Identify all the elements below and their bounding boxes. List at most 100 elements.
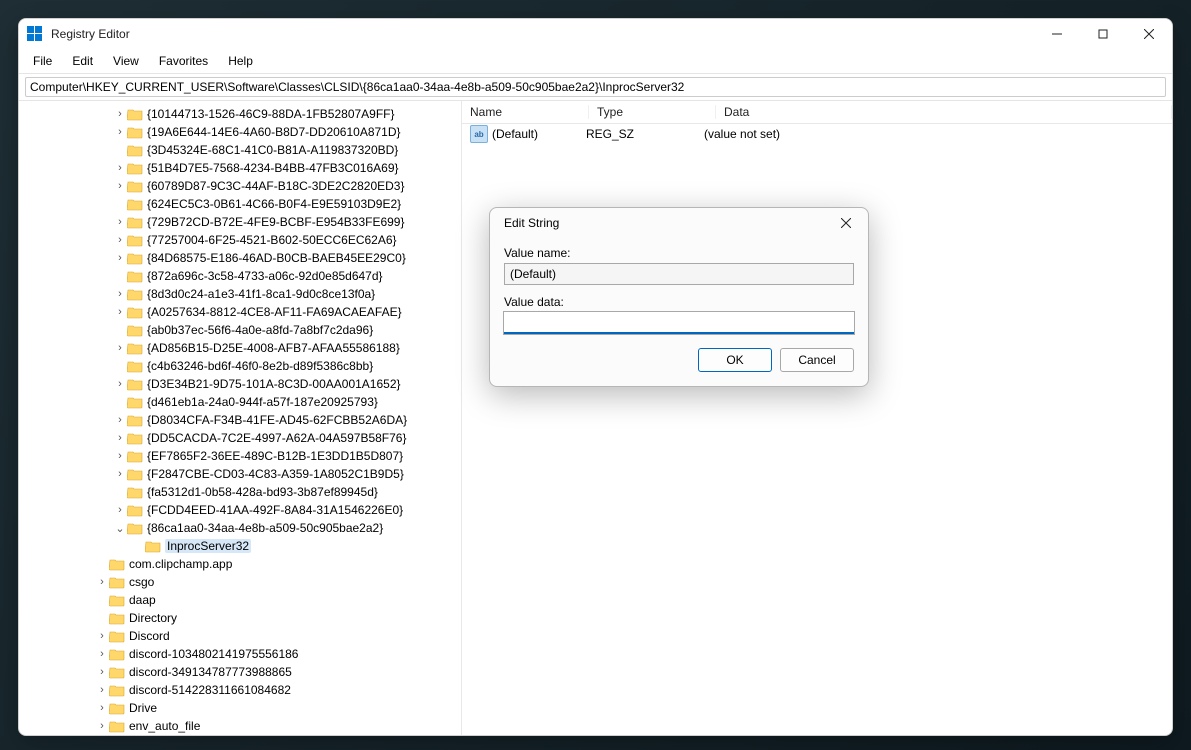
- dialog-title-bar[interactable]: Edit String: [490, 208, 868, 238]
- expand-icon[interactable]: ›: [95, 702, 109, 714]
- folder-icon: [127, 395, 143, 409]
- value-row[interactable]: ab(Default)REG_SZ(value not set): [462, 124, 1172, 144]
- expand-icon[interactable]: ⌄: [113, 522, 127, 535]
- tree-item[interactable]: ›{60789D87-9C3C-44AF-B18C-3DE2C2820ED3}: [23, 177, 461, 195]
- expand-icon[interactable]: ›: [113, 342, 127, 354]
- list-header: Name Type Data: [462, 101, 1172, 124]
- tree-item[interactable]: › {10144713-1526-46C9-88DA-1FB52807A9FF}: [23, 105, 461, 123]
- tree-item[interactable]: › {F2847CBE-CD03-4C83-A359-1A8052C1B9D5}: [23, 465, 461, 483]
- address-input[interactable]: [25, 77, 1166, 97]
- tree-item[interactable]: ›{FCDD4EED-41AA-492F-8A84-31A1546226E0}: [23, 501, 461, 519]
- folder-icon: [127, 251, 143, 265]
- tree-item[interactable]: {624EC5C3-0B61-4C66-B0F4-E9E59103D9E2}: [23, 195, 461, 213]
- menu-favorites[interactable]: Favorites: [149, 51, 218, 71]
- tree-item-label: {EF7865F2-36EE-489C-B12B-1E3DD1B5D807}: [147, 449, 403, 463]
- cancel-button[interactable]: Cancel: [780, 348, 854, 372]
- tree-item[interactable]: {3D45324E-68C1-41C0-B81A-A119837320BD}: [23, 141, 461, 159]
- expand-icon[interactable]: ›: [95, 666, 109, 678]
- tree-item[interactable]: ›{77257004-6F25-4521-B602-50ECC6EC62A6}: [23, 231, 461, 249]
- tree-item[interactable]: ›{84D68575-E186-46AD-B0CB-BAEB45EE29C0}: [23, 249, 461, 267]
- tree-item[interactable]: ›discord-514228311661084682: [23, 681, 461, 699]
- tree-item[interactable]: ›csgo: [23, 573, 461, 591]
- value-list[interactable]: Name Type Data ab(Default)REG_SZ(value n…: [462, 101, 1172, 735]
- expand-icon[interactable]: ›: [113, 450, 127, 462]
- tree-item-label: Drive: [129, 701, 157, 715]
- expand-icon[interactable]: ›: [113, 432, 127, 444]
- expand-icon[interactable]: ›: [113, 252, 127, 264]
- tree-item[interactable]: ›{729B72CD-B72E-4FE9-BCBF-E954B33FE699}: [23, 213, 461, 231]
- tree-item-label: InprocServer32: [165, 539, 251, 553]
- menu-view[interactable]: View: [103, 51, 149, 71]
- tree-item[interactable]: ›{AD856B15-D25E-4008-AFB7-AFAA55586188}: [23, 339, 461, 357]
- column-type[interactable]: Type: [589, 105, 716, 119]
- column-data[interactable]: Data: [716, 105, 1172, 119]
- expand-icon[interactable]: ›: [95, 576, 109, 588]
- expand-icon[interactable]: ›: [95, 648, 109, 660]
- tree-item[interactable]: InprocServer32: [23, 537, 461, 555]
- column-name[interactable]: Name: [462, 105, 589, 119]
- tree-item[interactable]: {c4b63246-bd6f-46f0-8e2b-d89f5386c8bb}: [23, 357, 461, 375]
- tree-item-label: {F2847CBE-CD03-4C83-A359-1A8052C1B9D5}: [147, 467, 404, 481]
- ok-button[interactable]: OK: [698, 348, 772, 372]
- folder-icon: [127, 179, 143, 193]
- expand-icon[interactable]: ›: [95, 720, 109, 732]
- tree-item[interactable]: ›{51B4D7E5-7568-4234-B4BB-47FB3C016A69}: [23, 159, 461, 177]
- tree-item[interactable]: ›{DD5CACDA-7C2E-4997-A62A-04A597B58F76}: [23, 429, 461, 447]
- expand-icon[interactable]: ›: [113, 108, 127, 120]
- close-button[interactable]: [1126, 19, 1172, 49]
- expand-icon[interactable]: ›: [95, 630, 109, 642]
- tree-item-label: {d461eb1a-24a0-944f-a57f-187e20925793}: [147, 395, 378, 409]
- value-type: REG_SZ: [586, 127, 704, 141]
- tree-item[interactable]: ›{8d3d0c24-a1e3-41f1-8ca1-9d0c8ce13f0a}: [23, 285, 461, 303]
- tree-item-label: {c4b63246-bd6f-46f0-8e2b-d89f5386c8bb}: [147, 359, 373, 373]
- tree-item-label: {3D45324E-68C1-41C0-B81A-A119837320BD}: [147, 143, 398, 157]
- tree-item-label: {10144713-1526-46C9-88DA-1FB52807A9FF}: [147, 107, 395, 121]
- expand-icon[interactable]: ›: [95, 684, 109, 696]
- expand-icon[interactable]: ›: [113, 180, 127, 192]
- tree-item[interactable]: ›{D3E34B21-9D75-101A-8C3D-00AA001A1652}: [23, 375, 461, 393]
- expand-icon[interactable]: ›: [113, 504, 127, 516]
- tree-item[interactable]: ⌄{86ca1aa0-34aa-4e8b-a509-50c905bae2a2}: [23, 519, 461, 537]
- tree-item[interactable]: {fa5312d1-0b58-428a-bd93-3b87ef89945d}: [23, 483, 461, 501]
- tree-item[interactable]: {ab0b37ec-56f6-4a0e-a8fd-7a8bf7c2da96}: [23, 321, 461, 339]
- expand-icon[interactable]: ›: [113, 378, 127, 390]
- expand-icon[interactable]: ›: [113, 288, 127, 300]
- folder-icon: [127, 197, 143, 211]
- minimize-button[interactable]: [1034, 19, 1080, 49]
- folder-icon: [109, 593, 125, 607]
- expand-icon[interactable]: ›: [113, 306, 127, 318]
- tree-item[interactable]: daap: [23, 591, 461, 609]
- tree-item[interactable]: › {EF7865F2-36EE-489C-B12B-1E3DD1B5D807}: [23, 447, 461, 465]
- tree-item[interactable]: {872a696c-3c58-4733-a06c-92d0e85d647d}: [23, 267, 461, 285]
- tree-item[interactable]: › Drive: [23, 699, 461, 717]
- tree-item[interactable]: › env_auto_file: [23, 717, 461, 735]
- tree-item[interactable]: com.clipchamp.app: [23, 555, 461, 573]
- registry-tree[interactable]: ›{10144713-1526-46C9-88DA-1FB52807A9FF}›…: [19, 101, 462, 735]
- tree-item[interactable]: ›discord-1034802141975556186: [23, 645, 461, 663]
- tree-item-label: env_auto_file: [129, 719, 200, 733]
- maximize-button[interactable]: [1080, 19, 1126, 49]
- tree-item[interactable]: Directory: [23, 609, 461, 627]
- expand-icon[interactable]: ›: [113, 234, 127, 246]
- expand-icon[interactable]: ›: [113, 468, 127, 480]
- expand-icon[interactable]: ›: [113, 126, 127, 138]
- tree-item-label: {D8034CFA-F34B-41FE-AD45-62FCBB52A6DA}: [147, 413, 407, 427]
- menu-help[interactable]: Help: [218, 51, 263, 71]
- title-bar[interactable]: Registry Editor: [19, 19, 1172, 49]
- value-name-field[interactable]: [504, 263, 854, 285]
- menu-file[interactable]: File: [23, 51, 62, 71]
- expand-icon[interactable]: ›: [113, 216, 127, 228]
- folder-icon: [127, 341, 143, 355]
- dialog-close-button[interactable]: [834, 211, 858, 235]
- tree-item[interactable]: {d461eb1a-24a0-944f-a57f-187e20925793}: [23, 393, 461, 411]
- value-data-field[interactable]: [504, 312, 854, 334]
- folder-icon: [127, 521, 143, 535]
- tree-item[interactable]: ›Discord: [23, 627, 461, 645]
- tree-item[interactable]: › {D8034CFA-F34B-41FE-AD45-62FCBB52A6DA}: [23, 411, 461, 429]
- tree-item[interactable]: ›{A0257634-8812-4CE8-AF11-FA69ACAEAFAE}: [23, 303, 461, 321]
- menu-edit[interactable]: Edit: [62, 51, 103, 71]
- expand-icon[interactable]: ›: [113, 162, 127, 174]
- tree-item[interactable]: ›{19A6E644-14E6-4A60-B8D7-DD20610A871D}: [23, 123, 461, 141]
- expand-icon[interactable]: ›: [113, 414, 127, 426]
- tree-item[interactable]: ›discord-349134787773988865: [23, 663, 461, 681]
